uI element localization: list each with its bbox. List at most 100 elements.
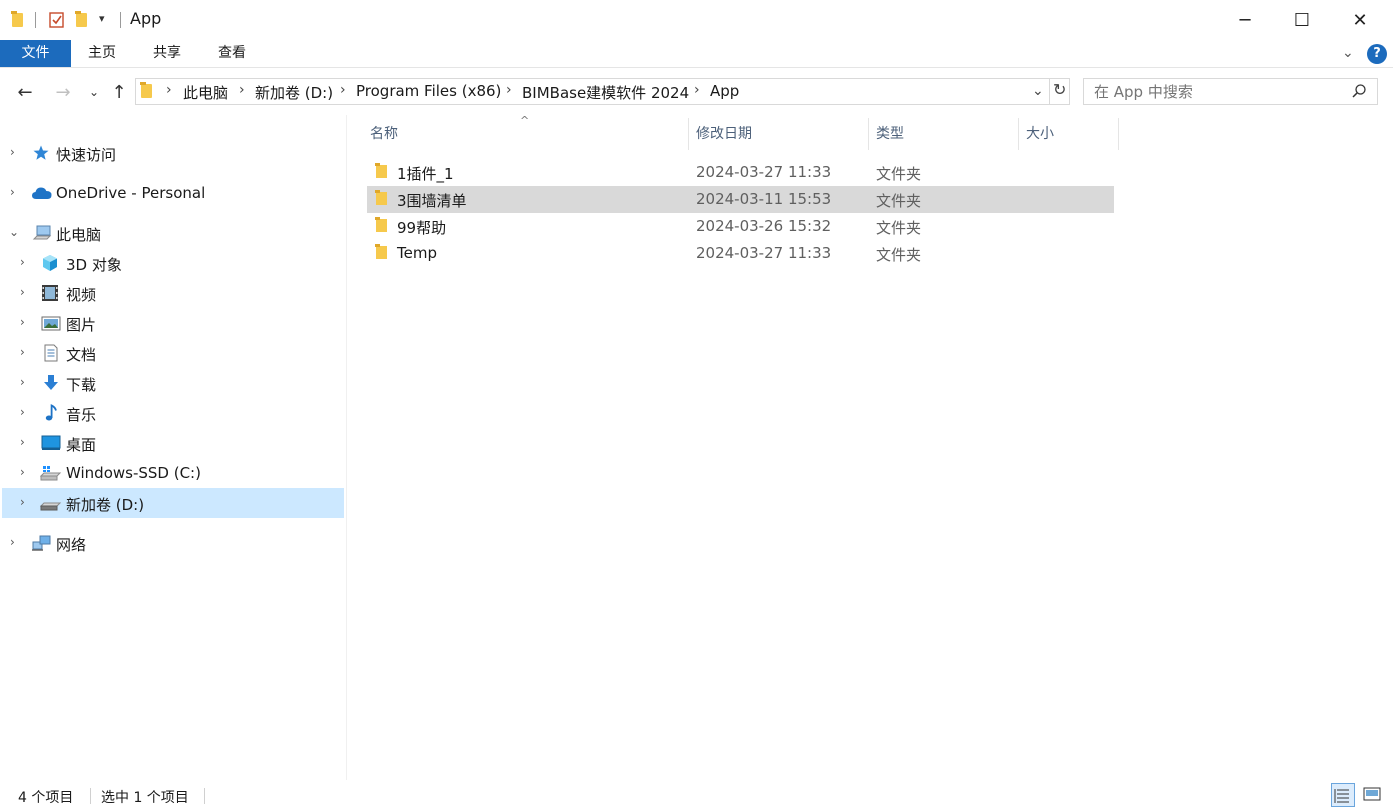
chevron-right-icon[interactable]: › bbox=[10, 145, 15, 159]
chevron-right-icon[interactable]: › bbox=[20, 315, 25, 329]
chevron-right-icon[interactable]: › bbox=[10, 185, 15, 199]
chevron-right-icon[interactable]: › bbox=[20, 495, 25, 509]
expand-ribbon-icon[interactable]: ⌄ bbox=[1342, 45, 1354, 61]
nav-item-drive-d[interactable]: › 新加卷 (D:) bbox=[2, 488, 344, 518]
nav-item-downloads[interactable]: › 下载 bbox=[2, 368, 344, 398]
breadcrumb-this-pc[interactable]: 此电脑 bbox=[183, 82, 228, 103]
nav-label: 文档 bbox=[66, 346, 97, 364]
column-divider[interactable] bbox=[688, 118, 689, 150]
nav-this-pc[interactable]: ⌄ 此电脑 bbox=[2, 218, 344, 248]
nav-network[interactable]: › 网络 bbox=[2, 528, 344, 558]
vertical-scrollbar[interactable] bbox=[1386, 115, 1393, 780]
tab-home[interactable]: 主页 bbox=[71, 40, 133, 67]
nav-label: 音乐 bbox=[66, 406, 97, 424]
nav-item-pictures[interactable]: › 图片 bbox=[2, 308, 344, 338]
nav-item-music[interactable]: › 音乐 bbox=[2, 398, 344, 428]
maximize-button[interactable]: ☐ bbox=[1273, 0, 1331, 40]
column-divider[interactable] bbox=[1018, 118, 1019, 150]
column-divider[interactable] bbox=[1118, 118, 1119, 150]
column-divider[interactable] bbox=[868, 118, 869, 150]
tab-view[interactable]: 查看 bbox=[201, 40, 263, 67]
tab-file[interactable]: 文件 bbox=[0, 40, 71, 67]
pane-splitter[interactable] bbox=[346, 115, 347, 780]
file-type: 文件夹 bbox=[876, 219, 922, 237]
chevron-right-icon[interactable]: › bbox=[20, 375, 25, 389]
title-bar bbox=[0, 0, 1393, 40]
folder-icon bbox=[375, 190, 387, 205]
chevron-right-icon[interactable]: › bbox=[20, 405, 25, 419]
search-icon[interactable] bbox=[1351, 83, 1367, 103]
file-name: 99帮助 bbox=[397, 219, 447, 237]
chevron-right-icon[interactable]: › bbox=[694, 82, 700, 98]
new-folder-icon[interactable] bbox=[74, 11, 90, 29]
file-row[interactable]: 99帮助 2024-03-26 15:32 文件夹 bbox=[367, 213, 1114, 240]
download-icon bbox=[42, 374, 60, 392]
nav-item-desktop[interactable]: › 桌面 bbox=[2, 428, 344, 458]
up-button[interactable]: ↑ bbox=[107, 80, 131, 104]
ribbon-divider bbox=[0, 67, 1393, 68]
column-header-size[interactable]: 大小 bbox=[1026, 118, 1118, 150]
breadcrumb-program-files[interactable]: Program Files (x86) bbox=[356, 82, 501, 100]
chevron-right-icon[interactable]: › bbox=[20, 285, 25, 299]
toolbar-divider bbox=[35, 12, 36, 28]
chevron-right-icon[interactable]: › bbox=[340, 82, 346, 98]
nav-label: 此电脑 bbox=[56, 226, 102, 244]
status-divider bbox=[204, 788, 205, 804]
drive-c-icon bbox=[39, 464, 62, 482]
file-row-selected[interactable]: 3围墙清单 2024-03-11 15:53 文件夹 bbox=[367, 186, 1114, 213]
nav-item-drive-c[interactable]: › Windows-SSD (C:) bbox=[2, 458, 344, 488]
file-name: 3围墙清单 bbox=[397, 192, 467, 210]
file-name: Temp bbox=[397, 244, 437, 262]
file-type: 文件夹 bbox=[876, 165, 922, 183]
breadcrumb-drive-d[interactable]: 新加卷 (D:) bbox=[255, 82, 333, 103]
chevron-right-icon[interactable]: › bbox=[239, 82, 245, 98]
chevron-down-icon[interactable]: ⌄ bbox=[9, 225, 19, 239]
large-icons-view-button[interactable] bbox=[1361, 783, 1385, 807]
help-icon[interactable]: ? bbox=[1367, 44, 1387, 64]
close-button[interactable]: ✕ bbox=[1331, 0, 1389, 40]
nav-quick-access[interactable]: › 快速访问 bbox=[2, 138, 344, 168]
back-button[interactable]: ← bbox=[13, 80, 37, 104]
recent-locations-button[interactable]: ⌄ bbox=[82, 80, 106, 104]
nav-label: 3D 对象 bbox=[66, 256, 122, 274]
chevron-right-icon[interactable]: › bbox=[10, 535, 15, 549]
nav-label: 下载 bbox=[66, 376, 97, 394]
chevron-right-icon[interactable]: › bbox=[20, 255, 25, 269]
file-type: 文件夹 bbox=[876, 246, 922, 264]
folder-icon bbox=[375, 244, 387, 259]
chevron-right-icon[interactable]: › bbox=[20, 435, 25, 449]
nav-label: 新加卷 (D:) bbox=[66, 496, 145, 514]
address-dropdown-icon[interactable]: ⌄ bbox=[1032, 83, 1044, 99]
details-view-button[interactable] bbox=[1331, 783, 1355, 807]
nav-onedrive[interactable]: › OneDrive - Personal bbox=[2, 178, 344, 208]
forward-button[interactable]: → bbox=[51, 80, 75, 104]
tab-share[interactable]: 共享 bbox=[136, 40, 198, 67]
nav-item-video[interactable]: › 视频 bbox=[2, 278, 344, 308]
column-header-date[interactable]: 修改日期 bbox=[696, 118, 868, 150]
file-row[interactable]: Temp 2024-03-27 11:33 文件夹 bbox=[367, 240, 1114, 267]
column-header-name[interactable]: 名称 bbox=[370, 118, 688, 150]
search-input[interactable] bbox=[1092, 82, 1346, 102]
refresh-icon[interactable]: ↻ bbox=[1053, 80, 1066, 99]
breadcrumb-bimbase[interactable]: BIMBase建模软件 2024 bbox=[522, 82, 689, 103]
chevron-right-icon[interactable]: › bbox=[20, 465, 25, 479]
file-type: 文件夹 bbox=[876, 192, 922, 210]
customize-toolbar-icon[interactable]: ▾ bbox=[99, 12, 105, 25]
minimize-button[interactable]: ─ bbox=[1216, 0, 1274, 40]
selection-count: 选中 1 个项目 bbox=[101, 790, 189, 806]
chevron-right-icon[interactable]: › bbox=[506, 82, 512, 98]
nav-item-documents[interactable]: › 文档 bbox=[2, 338, 344, 368]
video-icon bbox=[41, 284, 59, 302]
search-box[interactable] bbox=[1083, 78, 1378, 105]
properties-icon[interactable] bbox=[48, 11, 64, 29]
file-name: 1插件_1 bbox=[397, 165, 454, 183]
file-row[interactable]: 1插件_1 2024-03-27 11:33 文件夹 bbox=[367, 159, 1114, 186]
breadcrumb-app[interactable]: App bbox=[710, 82, 739, 100]
file-date: 2024-03-27 11:33 bbox=[696, 244, 832, 262]
desktop-icon bbox=[41, 434, 61, 452]
column-header-type[interactable]: 类型 bbox=[876, 118, 1018, 150]
nav-item-3d-objects[interactable]: › 3D 对象 bbox=[2, 248, 344, 278]
chevron-right-icon[interactable]: › bbox=[166, 82, 172, 98]
chevron-right-icon[interactable]: › bbox=[20, 345, 25, 359]
folder-icon bbox=[10, 11, 26, 29]
